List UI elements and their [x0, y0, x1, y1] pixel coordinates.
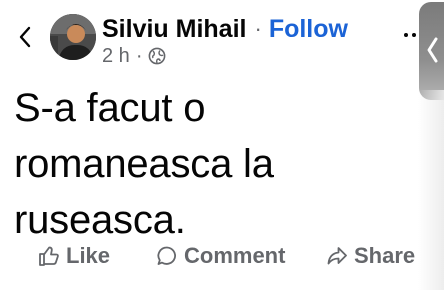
back-button[interactable]: [14, 24, 36, 50]
share-label: Share: [354, 243, 416, 268]
author-name[interactable]: Silviu Mihail: [102, 14, 246, 44]
post-text: S-a facut o romaneasca la ruseasca.: [14, 80, 344, 248]
like-label: Like: [66, 243, 111, 268]
meta-separator: ·: [135, 44, 143, 67]
side-panel-handle[interactable]: [419, 2, 444, 100]
comment-button[interactable]: Comment: [156, 238, 285, 274]
avatar[interactable]: [50, 14, 96, 60]
comment-icon: [157, 246, 176, 265]
post-meta: 2 h ·: [102, 44, 166, 68]
post-actions-bar: Like Comment Share: [0, 238, 444, 274]
post-text-line: romaneasca la: [14, 142, 274, 186]
post-header-title: Silviu Mihail · Follow: [102, 14, 348, 44]
more-dot: [412, 33, 416, 37]
more-dot: [404, 33, 408, 37]
follow-button[interactable]: Follow: [269, 14, 348, 44]
chevron-left-icon: [19, 26, 31, 48]
globe-icon: [149, 47, 166, 65]
post-text-line: S-a facut o: [14, 86, 206, 130]
share-button[interactable]: Share: [326, 238, 415, 274]
post-timestamp[interactable]: 2 h: [102, 45, 130, 68]
comment-label: Comment: [184, 243, 286, 268]
like-button[interactable]: Like: [38, 238, 110, 274]
more-options-button[interactable]: [404, 28, 416, 42]
thumbs-up-icon: [39, 246, 59, 266]
separator-dot: ·: [254, 16, 262, 41]
chevron-left-icon: [427, 37, 438, 63]
share-icon: [327, 247, 347, 265]
